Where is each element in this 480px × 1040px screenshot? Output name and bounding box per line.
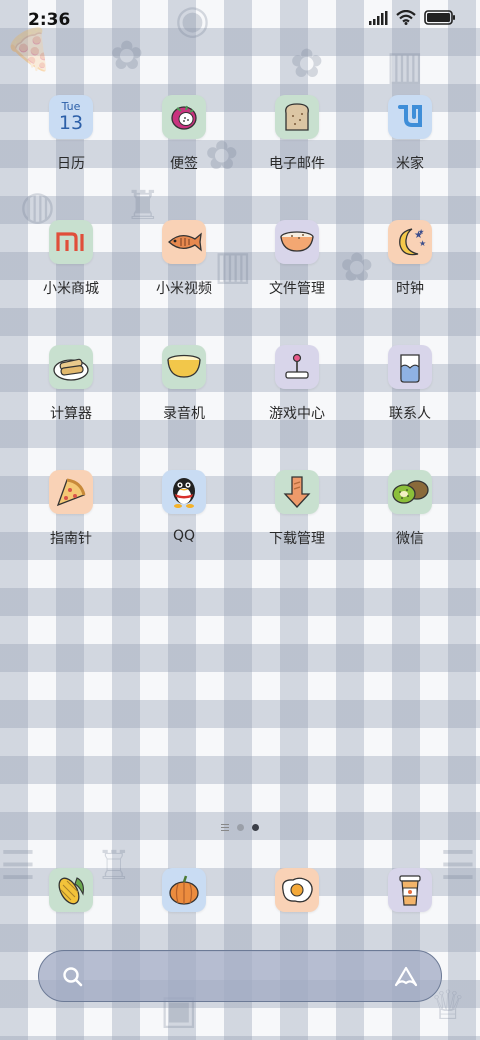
download-arrow-icon [275,470,319,514]
fish-icon [162,220,206,264]
app-label: 米家 [396,156,424,172]
soup-bowl-icon [162,345,206,389]
svg-text:★: ★ [419,239,426,248]
app-recorder[interactable]: 录音机 [128,345,240,445]
joystick-icon [275,345,319,389]
app-label: 录音机 [163,406,205,422]
page-indicator-dot[interactable] [237,824,244,831]
app-label: 计算器 [50,406,92,422]
dock-app-browser[interactable] [241,868,353,918]
app-compass[interactable]: 指南针 [15,470,127,570]
app-file-manager[interactable]: 文件管理 [241,220,353,320]
page-indicator-list[interactable] [221,824,229,831]
search-bar[interactable] [38,950,442,1002]
spring-roll-icon [49,345,93,389]
dock-app-camera[interactable] [354,868,466,918]
app-label: 小米视频 [156,281,212,297]
calendar-date: 13 [58,112,84,134]
flower-doodle: ✿ [110,33,144,79]
svg-text:★: ★ [418,228,424,236]
bowl-icon [275,220,319,264]
jar-icon [388,345,432,389]
app-label: 时钟 [396,281,424,297]
app-game-center[interactable]: 游戏中心 [241,345,353,445]
dock-app-phone[interactable] [15,868,127,918]
toast-icon [275,95,319,139]
app-calculator[interactable]: 计算器 [15,345,127,445]
app-label: 日历 [57,156,85,172]
app-label: 指南针 [50,531,92,547]
search-icon[interactable] [61,965,85,993]
wifi-icon [396,10,416,25]
app-clock[interactable]: ★ ★ ★ 时钟 [354,220,466,320]
app-notes[interactable]: 便签 [128,95,240,195]
battery-icon [424,10,455,25]
mi-logo-icon [49,220,93,264]
app-download-manager[interactable]: 下载管理 [241,470,353,570]
app-label: QQ [172,528,196,544]
corn-icon [49,868,93,912]
app-email[interactable]: 电子邮件 [241,95,353,195]
egg-doodle: ✿ [290,41,324,87]
app-contacts[interactable]: 联系人 [354,345,466,445]
app-label: 下载管理 [269,531,325,547]
app-wechat[interactable]: 微信 [354,470,466,570]
dragonfruit-icon [162,95,206,139]
coffee-cup-icon [388,868,432,912]
app-calendar[interactable]: Tue 13 日历 [15,95,127,195]
app-label: 游戏中心 [269,406,325,422]
signal-icon [369,10,388,25]
calendar-icon: Tue 13 [49,95,93,139]
assistant-icon[interactable] [393,965,419,993]
app-label: 微信 [396,531,424,547]
app-label: 电子邮件 [269,156,325,172]
pumpkin-icon [162,868,206,912]
dock-app-messages[interactable] [128,868,240,918]
status-time: 2:36 [28,10,71,30]
app-label: 联系人 [389,406,431,422]
pizza-icon [49,470,93,514]
page-indicator-dot-active[interactable] [252,824,259,831]
status-icons [368,10,456,25]
fried-egg-icon [275,868,319,912]
app-label: 文件管理 [269,281,325,297]
app-mi-store[interactable]: 小米商城 [15,220,127,320]
glass-doodle: ▥ [386,43,424,89]
status-bar: 2:36 [0,0,480,40]
moon-icon: ★ ★ ★ [388,220,432,264]
app-qq[interactable]: QQ [128,470,240,570]
app-mi-video[interactable]: 小米视频 [128,220,240,320]
penguin-icon [162,470,206,514]
kiwi-icon [388,470,432,514]
app-label: 小米商城 [43,281,99,297]
app-label: 便签 [170,156,198,172]
page-indicator[interactable] [0,824,480,831]
mijia-icon [388,95,432,139]
app-mijia[interactable]: 米家 [354,95,466,195]
